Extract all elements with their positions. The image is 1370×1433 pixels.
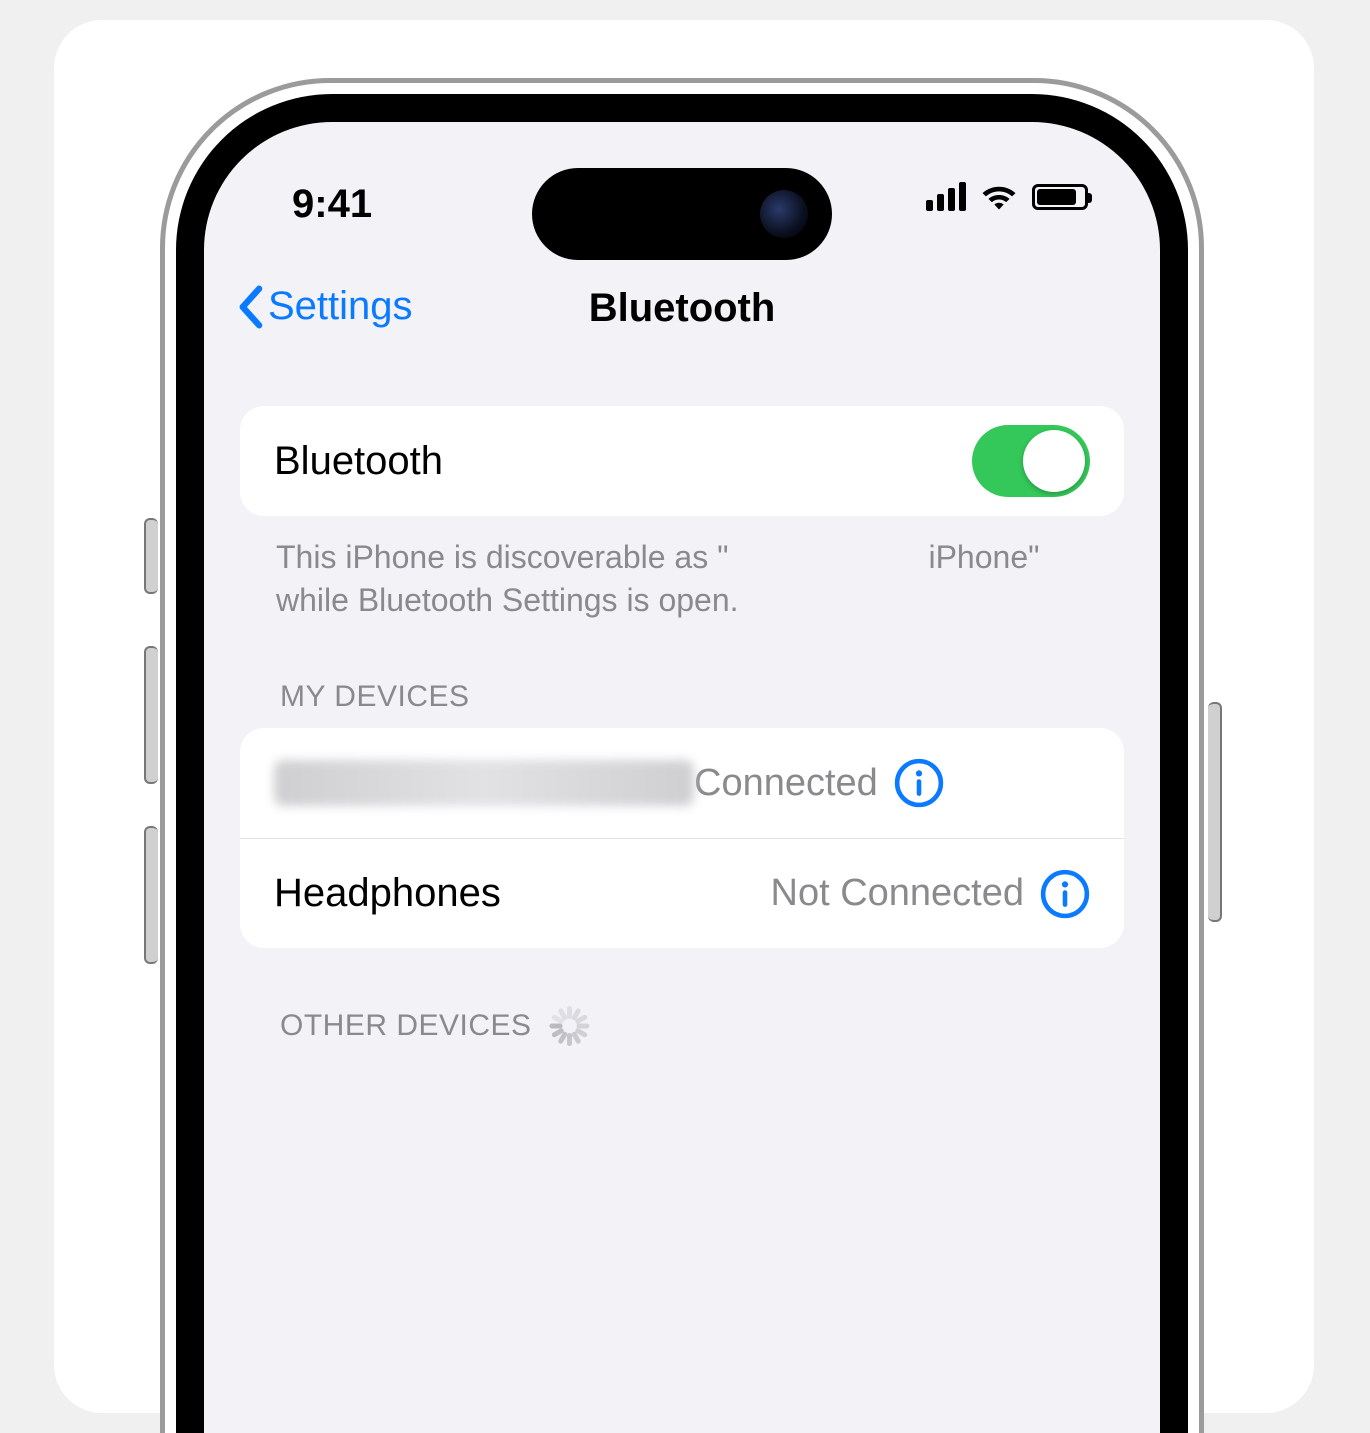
content-area: Bluetooth This iPhone is discoverable as… bbox=[204, 362, 1160, 1060]
bluetooth-label: Bluetooth bbox=[274, 439, 972, 484]
device-name: Headphones bbox=[274, 871, 771, 916]
phone-frame: 9:41 bbox=[160, 78, 1204, 1433]
device-status: Not Connected bbox=[771, 872, 1025, 915]
device-row[interactable]: Headphones Not Connected bbox=[240, 838, 1124, 948]
cellular-signal-icon bbox=[926, 182, 966, 211]
image-card: 9:41 bbox=[54, 20, 1314, 1413]
phone-bezel: 9:41 bbox=[176, 94, 1188, 1433]
bluetooth-toggle-row: Bluetooth bbox=[240, 406, 1124, 516]
discoverable-note: This iPhone is discoverable as "iPhone" … bbox=[240, 516, 1124, 622]
battery-icon bbox=[1032, 184, 1088, 210]
phone-silent-switch bbox=[144, 518, 158, 594]
phone-volume-up-button bbox=[144, 646, 158, 784]
other-devices-header: OTHER DEVICES bbox=[240, 948, 1124, 1060]
info-icon[interactable] bbox=[1040, 869, 1090, 919]
my-devices-group: Connected Headphones Not Connected bbox=[240, 728, 1124, 948]
nav-bar: Settings Bluetooth bbox=[204, 270, 1160, 362]
page-title: Bluetooth bbox=[204, 286, 1160, 331]
phone-volume-down-button bbox=[144, 826, 158, 964]
spinner-icon bbox=[550, 1006, 590, 1046]
phone-screen: 9:41 bbox=[204, 122, 1160, 1433]
other-devices-label: OTHER DEVICES bbox=[280, 1009, 532, 1043]
device-row[interactable]: Connected bbox=[240, 728, 1124, 838]
phone-power-button bbox=[1208, 702, 1222, 922]
status-bar: 9:41 bbox=[204, 122, 1160, 270]
status-right bbox=[926, 182, 1088, 211]
device-status: Connected bbox=[694, 762, 878, 805]
status-time: 9:41 bbox=[292, 182, 372, 227]
info-icon[interactable] bbox=[894, 758, 944, 808]
bluetooth-toggle[interactable] bbox=[972, 425, 1090, 497]
wifi-icon bbox=[980, 183, 1018, 211]
my-devices-header: MY DEVICES bbox=[240, 622, 1124, 728]
toggle-knob bbox=[1023, 430, 1085, 492]
bluetooth-toggle-group: Bluetooth bbox=[240, 406, 1124, 516]
device-name-redacted bbox=[274, 760, 694, 806]
